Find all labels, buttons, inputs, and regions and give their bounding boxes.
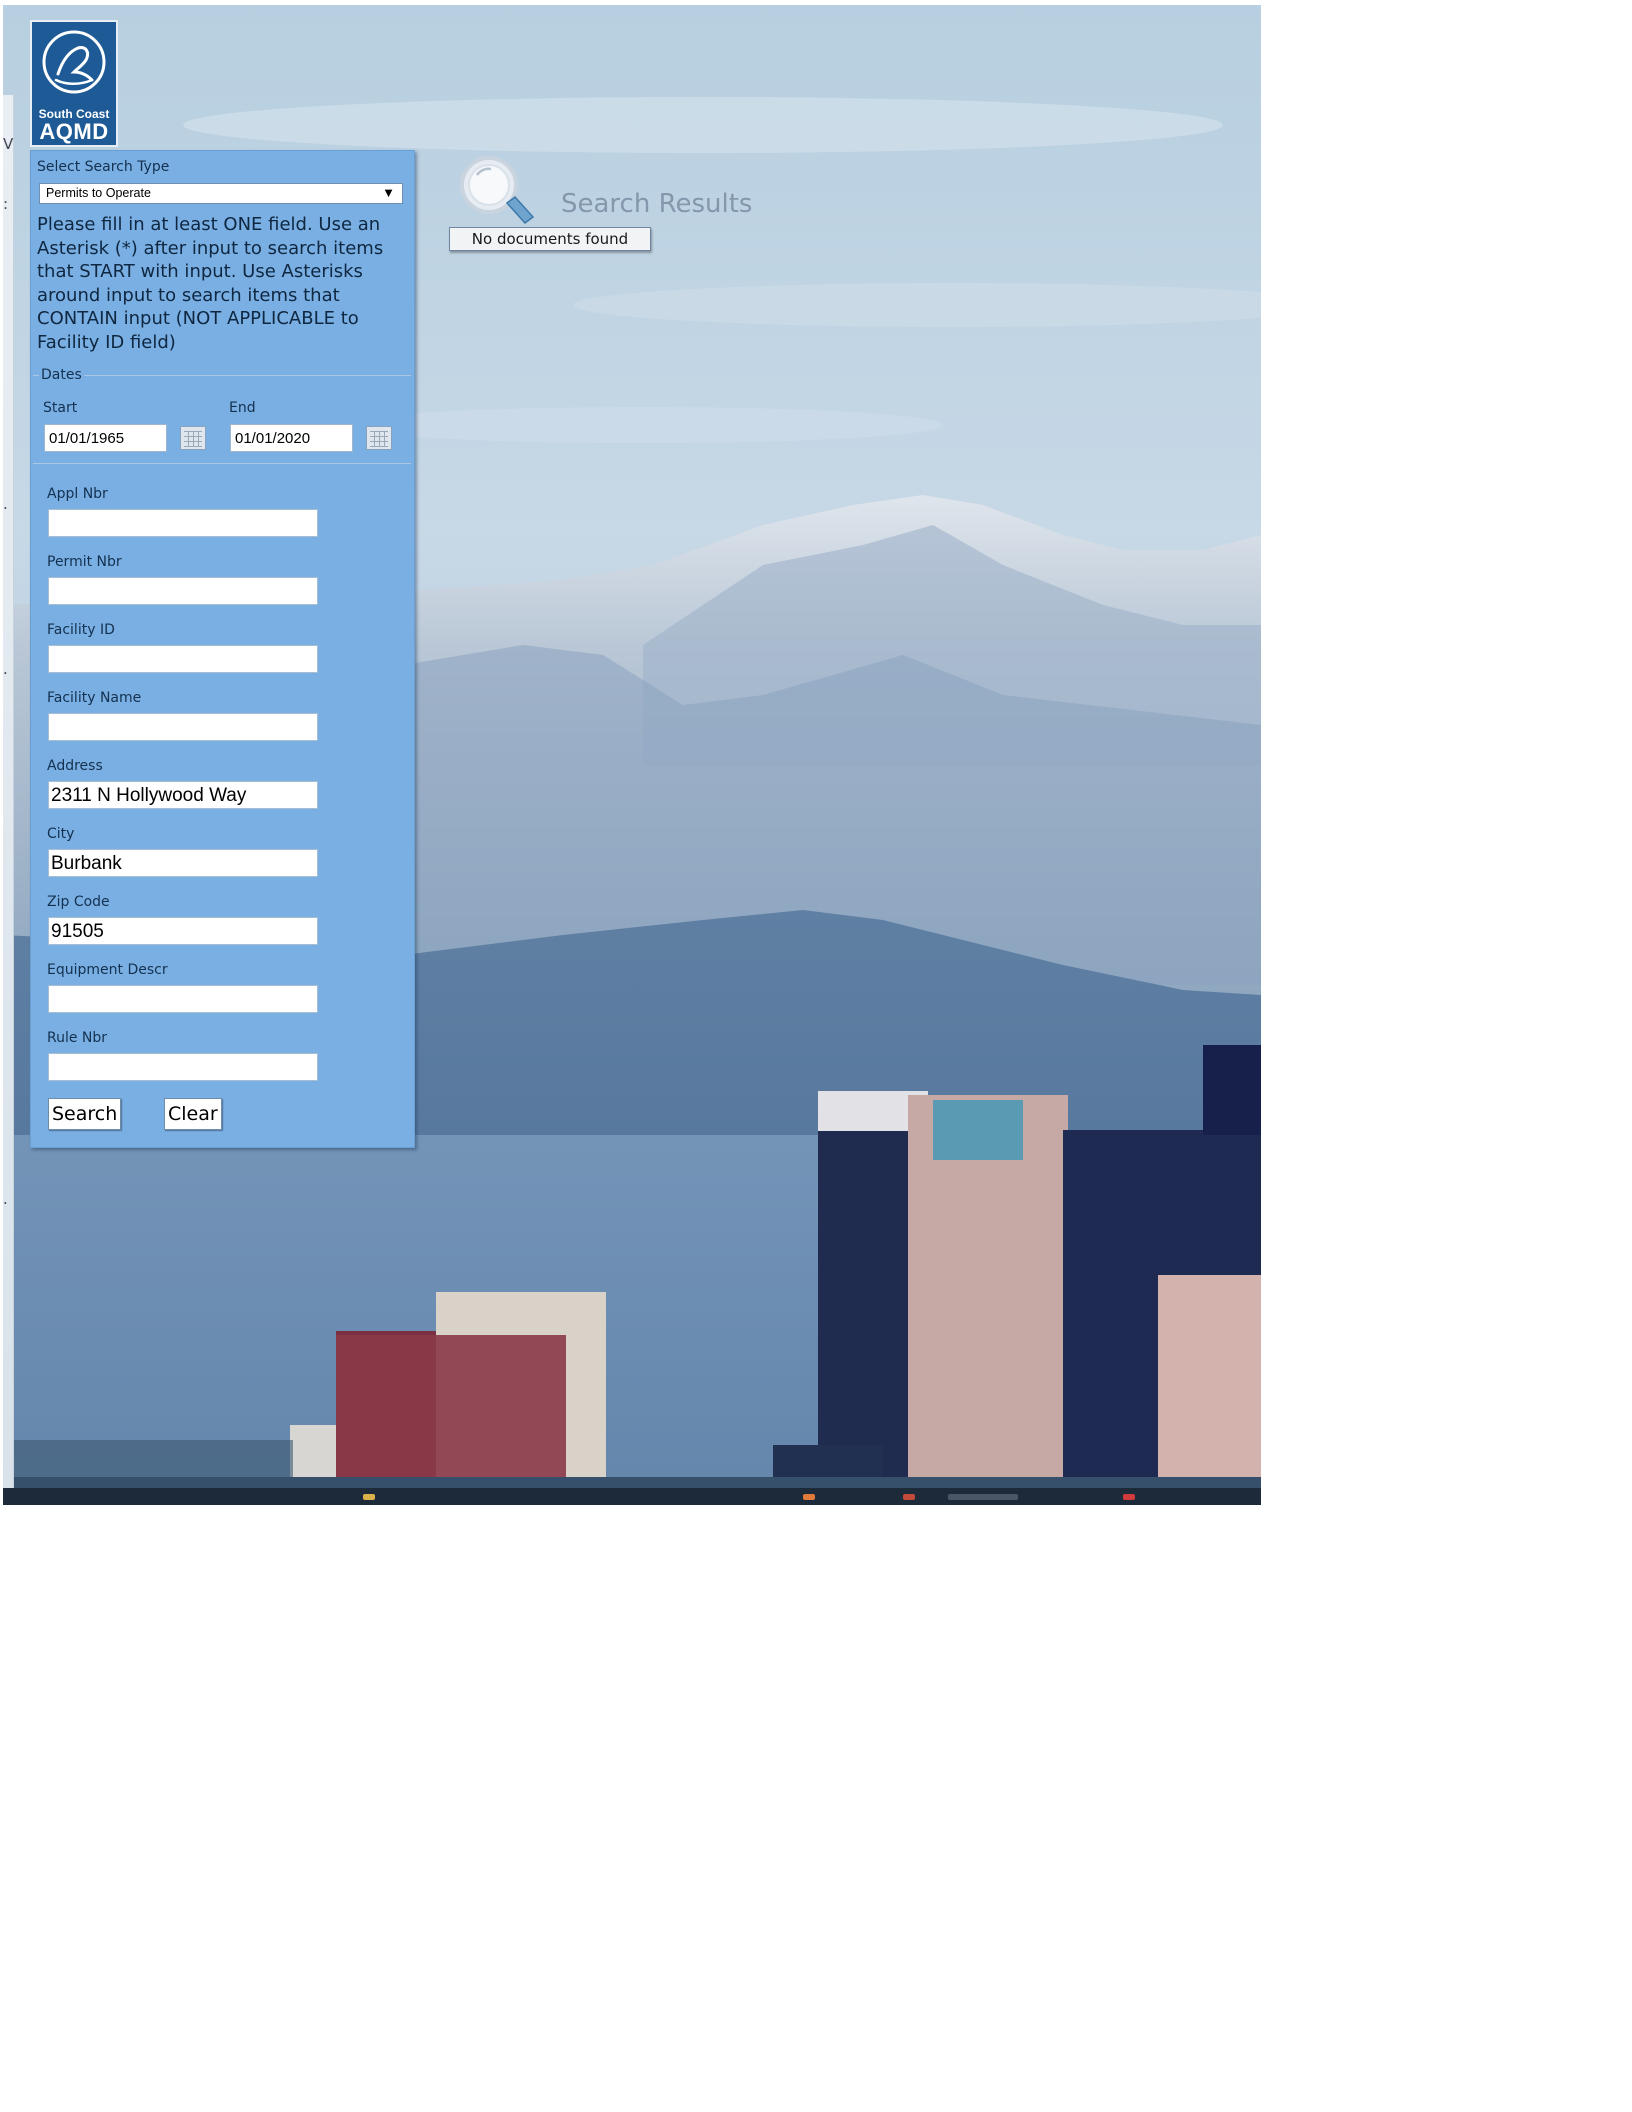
edge-glyph: .: [3, 495, 8, 513]
taskbar-icon[interactable]: [903, 1494, 915, 1500]
calendar-icon[interactable]: [366, 426, 392, 450]
start-date-input[interactable]: 01/01/1965: [44, 424, 167, 452]
clear-button[interactable]: Clear: [164, 1098, 222, 1130]
dates-fieldset: Dates Start End 01/01/1965 01/01/2020: [33, 367, 411, 464]
facility-name-label: Facility Name: [47, 690, 142, 706]
search-button[interactable]: Search: [48, 1098, 122, 1130]
facility-id-input[interactable]: [48, 645, 318, 673]
edge-glyph: .: [3, 660, 8, 678]
equipment-descr-input[interactable]: [48, 985, 318, 1013]
facility-name-input[interactable]: [48, 713, 318, 741]
address-input[interactable]: 2311 N Hollywood Way: [48, 781, 318, 809]
permit-nbr-label: Permit Nbr: [47, 554, 122, 570]
logo-title: AQMD: [39, 119, 109, 144]
facility-id-label: Facility ID: [47, 622, 115, 638]
browser-edge-strip: V : . . .: [3, 95, 14, 1490]
end-date-label: End: [229, 400, 256, 416]
taskbar-icon[interactable]: [1123, 1494, 1135, 1500]
search-panel: Select Search Type Permits to Operate ▼ …: [30, 150, 415, 1148]
taskbar-icon[interactable]: [363, 1494, 375, 1500]
zip-code-input[interactable]: 91505: [48, 917, 318, 945]
address-label: Address: [47, 758, 103, 774]
city-label: City: [47, 826, 75, 842]
edge-glyph: .: [3, 1190, 8, 1208]
logo-emblem-icon: [42, 30, 106, 94]
rule-nbr-input[interactable]: [48, 1053, 318, 1081]
permit-nbr-input[interactable]: [48, 577, 318, 605]
dropdown-arrow-icon: ▼: [382, 185, 395, 200]
start-date-label: Start: [43, 400, 78, 416]
instructions-text: Please fill in at least ONE field. Use a…: [37, 214, 384, 353]
taskbar-icon[interactable]: [948, 1494, 1018, 1500]
search-type-label: Select Search Type: [37, 159, 170, 175]
city-input[interactable]: Burbank: [48, 849, 318, 877]
rule-nbr-label: Rule Nbr: [47, 1030, 108, 1046]
dates-legend: Dates: [39, 367, 84, 383]
taskbar: [3, 1488, 1261, 1505]
appl-nbr-input[interactable]: [48, 509, 318, 537]
search-results-title: Search Results: [561, 189, 753, 219]
equipment-descr-label: Equipment Descr: [47, 962, 168, 978]
appl-nbr-label: Appl Nbr: [47, 486, 108, 502]
edge-glyph: V: [3, 135, 14, 153]
aqmd-logo[interactable]: South Coast AQMD: [30, 20, 118, 147]
end-date-input[interactable]: 01/01/2020: [230, 424, 353, 452]
no-documents-message: No documents found: [449, 227, 651, 251]
screenshot-frame: V : . . . South Coast AQMD Select Search…: [3, 5, 1261, 1505]
search-type-select[interactable]: Permits to Operate ▼: [39, 183, 403, 204]
edge-glyph: :: [3, 195, 9, 213]
calendar-icon[interactable]: [180, 426, 206, 450]
magnifier-icon: [460, 156, 535, 225]
taskbar-icon[interactable]: [803, 1494, 815, 1500]
search-type-value: Permits to Operate: [46, 186, 151, 200]
zip-code-label: Zip Code: [47, 894, 110, 910]
